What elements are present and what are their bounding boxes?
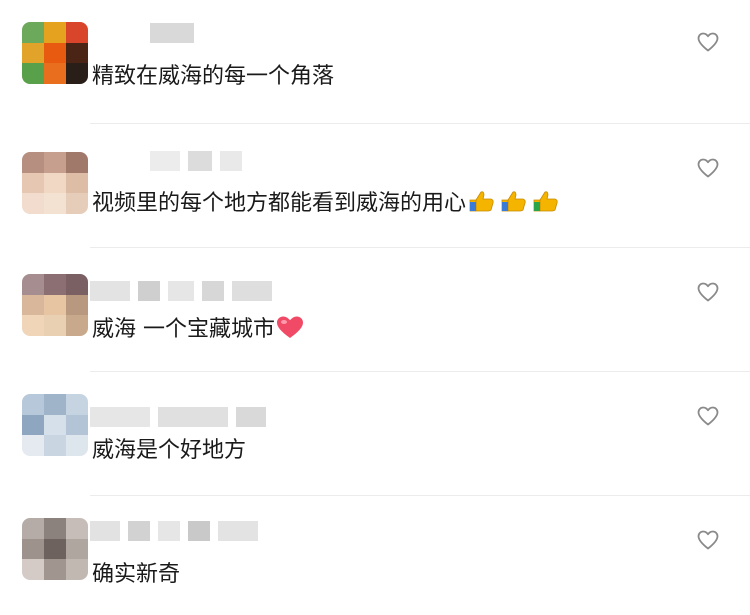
comment-item: 确实新奇 <box>0 496 750 615</box>
heart-emoji-icon <box>275 314 305 349</box>
username-blurred[interactable] <box>90 406 266 428</box>
username-blurred[interactable] <box>90 280 272 302</box>
comment-item: 精致在威海的每一个角落 <box>0 0 750 124</box>
comment-text: 威海是个好地方 <box>92 438 247 463</box>
heart-outline-icon[interactable] <box>696 30 720 54</box>
heart-outline-icon[interactable] <box>696 404 720 428</box>
username-blurred[interactable] <box>150 22 194 44</box>
thumbs-up-icon <box>466 188 562 223</box>
avatar[interactable] <box>22 274 88 336</box>
comment-item: 威海是个好地方 <box>0 372 750 496</box>
comment-text: 精致在威海的每一个角落 <box>92 64 335 89</box>
avatar[interactable] <box>22 518 88 580</box>
heart-outline-icon[interactable] <box>696 280 720 304</box>
comment-item: 视频里的每个地方都能看到威海的用心 <box>0 124 750 248</box>
heart-outline-icon[interactable] <box>696 528 720 552</box>
comment-text: 威海 一个宝藏城市 <box>92 314 305 349</box>
username-blurred[interactable] <box>150 150 242 172</box>
heart-outline-icon[interactable] <box>696 156 720 180</box>
comment-item: 威海 一个宝藏城市 <box>0 248 750 372</box>
avatar[interactable] <box>22 394 88 456</box>
avatar[interactable] <box>22 152 88 214</box>
avatar[interactable] <box>22 22 88 84</box>
username-blurred[interactable] <box>90 520 258 542</box>
comment-text: 视频里的每个地方都能看到威海的用心 <box>92 188 562 223</box>
comment-text: 确实新奇 <box>92 562 181 587</box>
